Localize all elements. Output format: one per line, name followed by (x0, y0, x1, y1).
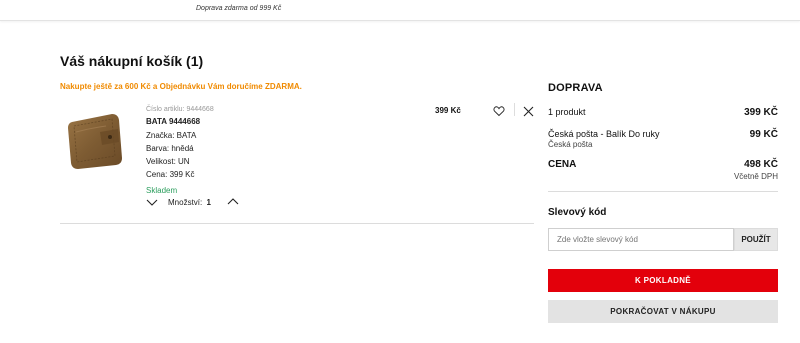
shipping-label: Česká pošta - Balík Do ruky (548, 129, 660, 139)
apply-coupon-button[interactable]: POUŽÍT (734, 228, 778, 251)
cart-divider (60, 223, 534, 224)
quantity-stepper: Množství: 1 (146, 196, 239, 208)
summary-products-row: 1 produkt 399 KČ (548, 107, 778, 118)
product-image[interactable] (66, 108, 126, 172)
item-price: 399 Kč (435, 106, 461, 115)
article-number: Číslo artiklu: 9444668 (146, 106, 214, 113)
product-color: Barva: hnědá (146, 144, 194, 153)
free-shipping-threshold-message: Nakupte ještě za 600 Kč a Objednávku Vám… (60, 82, 302, 91)
product-details: Číslo artiklu: 9444668 BATA 9444668 Znač… (146, 106, 214, 197)
icon-separator (514, 103, 515, 116)
product-unit-price: Cena: 399 Kč (146, 170, 195, 179)
total-value: 498 KČ (744, 159, 778, 170)
summary-shipping-row: Česká pošta - Balík Do ruky 99 KČ (548, 129, 778, 140)
product-name[interactable]: BATA 9444668 (146, 117, 214, 126)
quantity-label-text: Množství: (168, 197, 203, 207)
shipping-value: 99 KČ (749, 129, 778, 140)
products-label: 1 produkt (548, 107, 586, 117)
quantity-value: 1 (206, 197, 211, 207)
product-brand: Značka: BATA (146, 131, 197, 140)
continue-shopping-button[interactable]: POKRAČOVAT V NÁKUPU (548, 300, 778, 323)
chevron-down-icon[interactable] (146, 196, 158, 208)
vat-note: Včetně DPH (733, 172, 778, 181)
quantity-label: Množství: 1 (168, 198, 211, 207)
products-value: 399 KČ (744, 107, 778, 118)
shipping-carrier: Česká pošta (548, 140, 593, 149)
summary-total-row: CENA 498 KČ (548, 159, 778, 170)
coupon-title: Slevový kód (548, 207, 607, 218)
product-size: Velikost: UN (146, 157, 190, 166)
total-label: CENA (548, 159, 577, 170)
top-promo-bar: Doprava zdarma od 999 Kč (0, 0, 800, 21)
heart-icon[interactable] (493, 104, 505, 117)
free-shipping-promo: Doprava zdarma od 999 Kč (196, 5, 282, 12)
checkout-button[interactable]: K POKLADNĚ (548, 269, 778, 292)
summary-title: DOPRAVA (548, 82, 603, 94)
summary-divider (548, 191, 778, 192)
coupon-input[interactable] (548, 228, 734, 251)
cart-title: Váš nákupní košík (1) (60, 53, 204, 69)
close-icon[interactable] (523, 104, 534, 117)
chevron-up-icon[interactable] (227, 196, 239, 208)
